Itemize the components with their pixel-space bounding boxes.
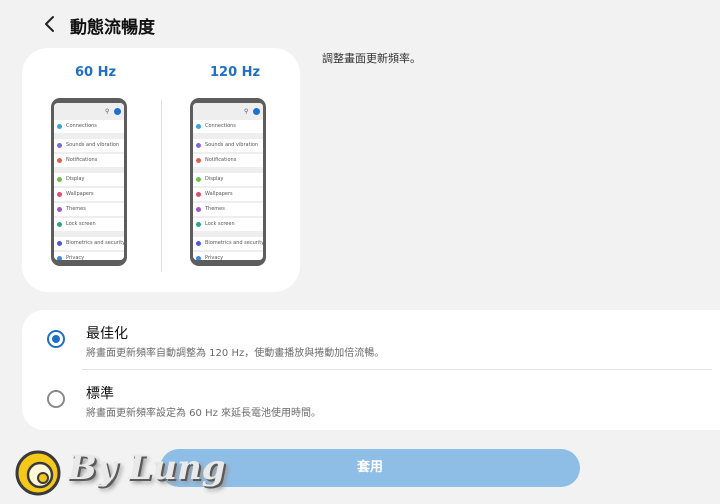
search-icon: ⚲	[105, 108, 110, 115]
option-title: 最佳化	[86, 326, 128, 342]
menu-item-label: Biometrics and security	[205, 240, 263, 246]
menu-item: Wallpapers	[193, 188, 263, 201]
chevron-left-icon	[45, 16, 54, 32]
option-subtitle: 將畫面更新頻率自動調整為 120 Hz，使動畫播放與捲動加倍流暢。	[86, 348, 385, 359]
search-icon: ⚲	[244, 108, 249, 115]
menu-item-label: Lock screen	[205, 221, 235, 227]
preview-divider	[161, 100, 162, 272]
menu-item: Themes	[54, 203, 124, 216]
menu-item-icon	[57, 124, 62, 129]
menu-item-label: Privacy	[205, 255, 224, 260]
menu-item: Connections	[54, 120, 124, 133]
watermark-text: By Lung	[68, 448, 226, 488]
option-adaptive[interactable]: 最佳化 將畫面更新頻率自動調整為 120 Hz，使動畫播放與捲動加倍流暢。	[22, 310, 720, 370]
phone-screen: ⚲ Connections Sounds and vibration Notific…	[54, 103, 124, 260]
phone-screen: ⚲ Connections Sounds and vibration Notific…	[193, 103, 263, 260]
preview-label-120hz: 120 Hz	[210, 65, 261, 80]
menu-item-icon	[57, 177, 62, 182]
menu-item-label: Display	[66, 176, 85, 182]
menu-item-icon	[196, 177, 201, 182]
menu-item-label: Wallpapers	[66, 191, 94, 197]
menu-item-label: Privacy	[66, 255, 85, 260]
menu-item-icon	[196, 158, 201, 163]
menu-item: Privacy	[193, 252, 263, 260]
radio-unselected-icon[interactable]	[47, 390, 65, 408]
menu-item-icon	[196, 124, 201, 129]
menu-item-label: Wallpapers	[205, 191, 233, 197]
watermark: By Lung	[10, 446, 240, 500]
menu-item-label: Themes	[66, 206, 86, 212]
menu-item-icon	[196, 241, 201, 246]
menu-item: Notifications	[54, 154, 124, 167]
radio-selected-icon[interactable]	[47, 330, 65, 348]
screen-top-bar: ⚲	[54, 103, 124, 120]
menu-item-icon	[196, 143, 201, 148]
menu-item: Themes	[193, 203, 263, 216]
menu-item: Wallpapers	[54, 188, 124, 201]
menu-item-label: Biometrics and security	[66, 240, 124, 246]
watermark-logo-icon	[15, 450, 61, 496]
menu-item-label: Display	[205, 176, 224, 182]
option-standard[interactable]: 標準 將畫面更新頻率設定為 60 Hz 來延長電池使用時間。	[22, 370, 720, 430]
menu-item-label: Connections	[66, 123, 97, 129]
back-button[interactable]	[38, 10, 62, 38]
profile-icon	[114, 108, 121, 115]
refresh-rate-options: 最佳化 將畫面更新頻率自動調整為 120 Hz，使動畫播放與捲動加倍流暢。 標準…	[22, 310, 720, 430]
menu-item: Lock screen	[54, 218, 124, 231]
menu-item-icon	[57, 143, 62, 148]
description-text: 調整畫面更新頻率。	[322, 52, 421, 65]
menu-item-label: Lock screen	[66, 221, 96, 227]
menu-item-label: Notifications	[66, 157, 98, 163]
menu-item-icon	[57, 158, 62, 163]
app-header: 動態流暢度	[0, 0, 720, 48]
phone-preview-60hz: ⚲ Connections Sounds and vibration Notific…	[51, 98, 127, 266]
preview-label-60hz: 60 Hz	[75, 65, 117, 80]
menu-item-icon	[196, 192, 201, 197]
menu-item-label: Sounds and vibration	[205, 142, 259, 148]
menu-item-icon	[196, 207, 201, 212]
menu-item-icon	[196, 222, 201, 227]
menu-item: Biometrics and security	[54, 237, 124, 250]
menu-item: Connections	[193, 120, 263, 133]
profile-icon	[253, 108, 260, 115]
menu-item: Lock screen	[193, 218, 263, 231]
option-title: 標準	[86, 386, 114, 402]
option-subtitle: 將畫面更新頻率設定為 60 Hz 來延長電池使用時間。	[86, 408, 322, 419]
menu-item: Display	[193, 173, 263, 186]
menu-item-label: Sounds and vibration	[66, 142, 120, 148]
menu-item: Notifications	[193, 154, 263, 167]
menu-item-icon	[57, 192, 62, 197]
refresh-rate-preview-card: 60 Hz 120 Hz ⚲ Connections Sounds and vib…	[22, 48, 300, 292]
menu-item-icon	[57, 207, 62, 212]
menu-item: Privacy	[54, 252, 124, 260]
menu-item-label: Notifications	[205, 157, 237, 163]
menu-item: Sounds and vibration	[193, 139, 263, 152]
menu-item-icon	[57, 256, 62, 260]
screen-top-bar: ⚲	[193, 103, 263, 120]
menu-item-icon	[196, 256, 201, 260]
page-title: 動態流暢度	[70, 18, 155, 38]
menu-item: Sounds and vibration	[54, 139, 124, 152]
menu-item: Biometrics and security	[193, 237, 263, 250]
menu-item-icon	[57, 222, 62, 227]
menu-item-icon	[57, 241, 62, 246]
phone-preview-120hz: ⚲ Connections Sounds and vibration Notific…	[190, 98, 266, 266]
menu-item-label: Connections	[205, 123, 236, 129]
menu-item-label: Themes	[205, 206, 225, 212]
menu-item: Display	[54, 173, 124, 186]
